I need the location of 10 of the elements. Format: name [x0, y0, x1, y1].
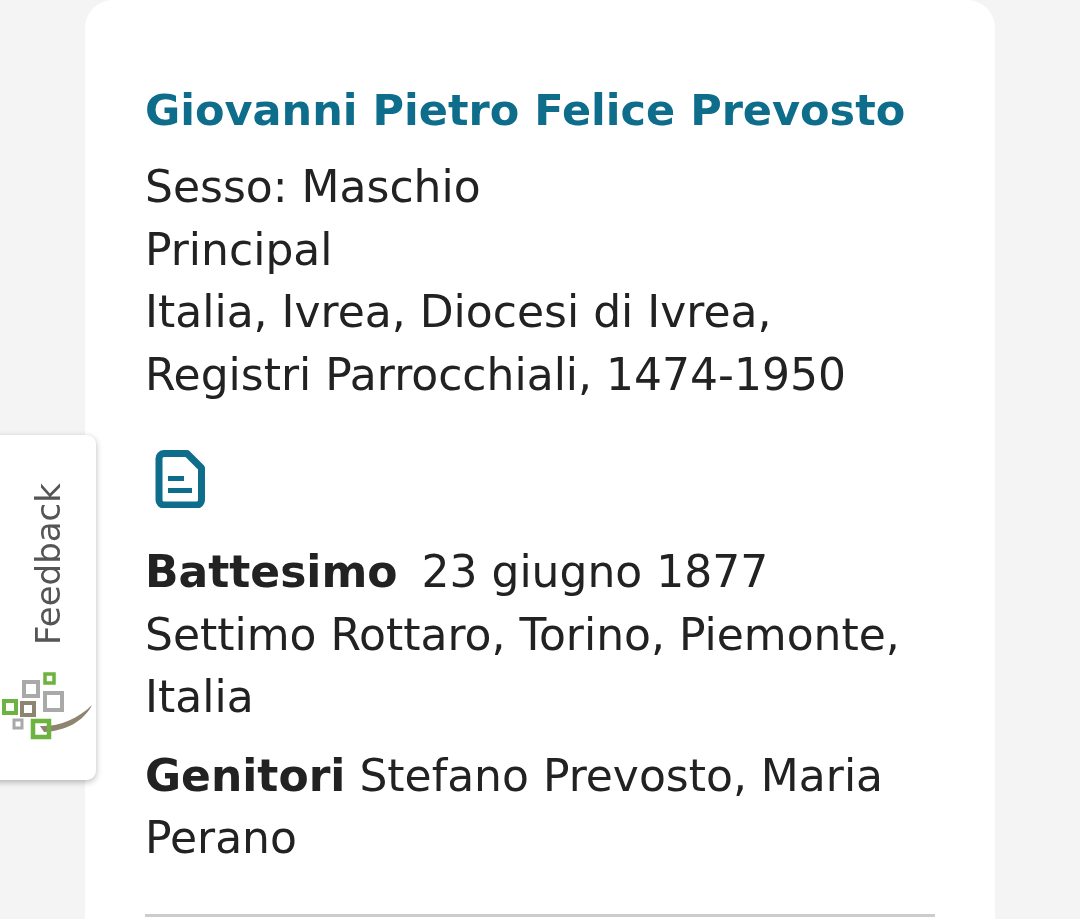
event-date: 23 giugno 1877	[421, 545, 769, 599]
event-label: Battesimo	[145, 545, 398, 599]
record-name-link[interactable]: Giovanni Pietro Felice Prevosto	[145, 79, 906, 141]
document-icon[interactable]	[155, 450, 205, 508]
parents-text: Genitori Stefano Prevosto, Maria Perano	[145, 748, 885, 865]
record-detail: Principal	[145, 222, 334, 277]
record-detail: Italia, Ivrea, Diocesi di Ivrea, Registri Parrocchiali, 1474-1950	[145, 285, 847, 402]
event-place: Settimo Rottaro, Torino, Piemonte, Italia	[145, 607, 901, 724]
record-detail: Sesso: Maschio	[145, 160, 482, 214]
feedback-tab[interactable]: Feedback	[0, 435, 96, 780]
